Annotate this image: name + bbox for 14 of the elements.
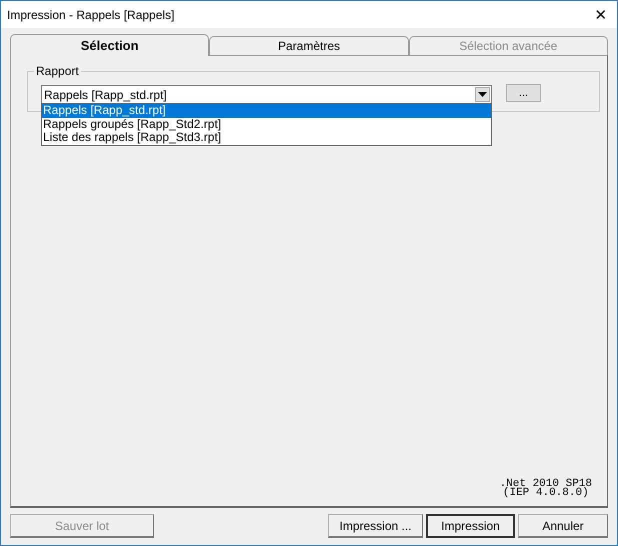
dropdown-option[interactable]: Liste des rappels [Rapp_Std3.rpt] [42, 131, 491, 144]
dialog-button[interactable]: Impression [426, 514, 515, 538]
dialog-button[interactable]: Annuler [518, 514, 608, 538]
report-dropdown[interactable]: Rappels [Rapp_std.rpt] [41, 85, 492, 104]
version-text: .Net 2010 SP18 (IEP 4.0.8.0) [500, 480, 592, 498]
group-label: Rapport [34, 64, 81, 78]
close-button[interactable]: ✕ [591, 6, 611, 24]
dialog-button[interactable]: Impression ... [328, 514, 423, 538]
dropdown-option[interactable]: Rappels groupés [Rapp_Std2.rpt] [42, 118, 491, 131]
dropdown-option[interactable]: Rappels [Rapp_std.rpt] [42, 104, 491, 118]
tab[interactable]: Paramètres [209, 36, 409, 55]
tab[interactable]: Sélection [10, 34, 210, 56]
window-title: Impression - Rappels [Rappels] [7, 8, 174, 22]
browse-button[interactable]: ... [506, 84, 541, 102]
